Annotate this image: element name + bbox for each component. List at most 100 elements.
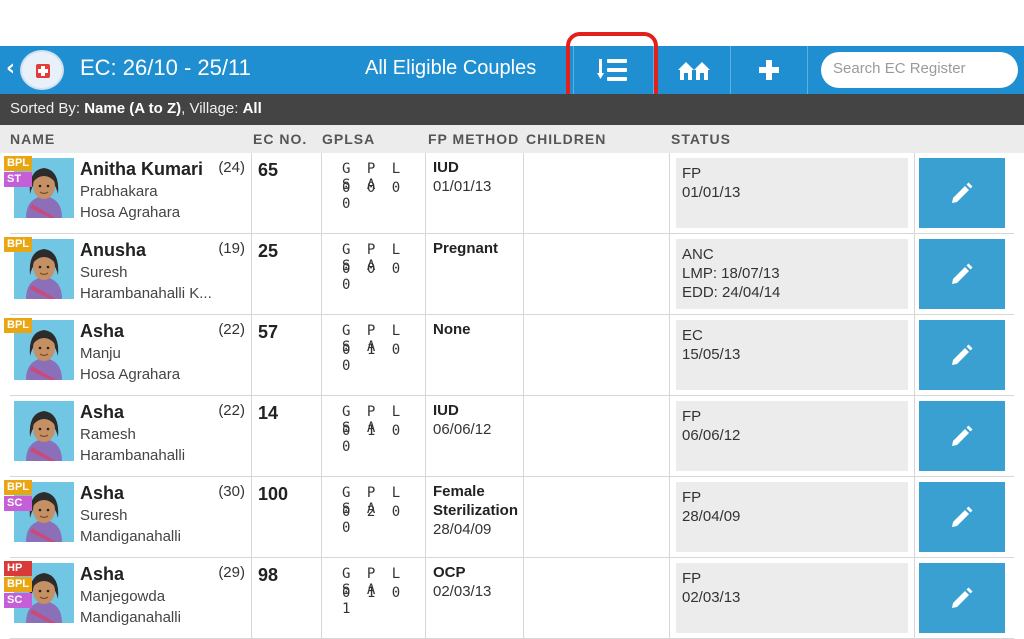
children-cell: [524, 315, 670, 395]
divider: [914, 396, 915, 476]
woman-age: (24): [218, 159, 245, 176]
page-title: EC: 26/10 - 25/11: [80, 55, 251, 80]
status-line: 28/04/09: [682, 508, 741, 525]
app-header: ‹ EC: 26/10 - 25/11 All Eligible Couples…: [0, 46, 1024, 94]
woman-age: (22): [218, 402, 245, 419]
status-line: EC: [682, 327, 703, 344]
husband-name: Manjegowda: [80, 588, 166, 605]
ec-no-cell: 65: [252, 153, 322, 233]
edit-button[interactable]: [919, 320, 1005, 390]
name-cell: HP BPL SC Asha (29) Manjegowda Mandiganahalli: [4, 558, 252, 638]
name-cell: BPL Asha (22) Manju Hosa Agrahara: [4, 315, 252, 395]
table-row[interactable]: Asha (22) Ramesh Harambanahalli 14 G P L S A0…: [10, 396, 1014, 477]
children-cell: [524, 153, 670, 233]
divider: [914, 558, 915, 638]
fp-method-cell: Pregnant: [426, 234, 524, 314]
col-name: NAME: [10, 131, 56, 147]
edit-button[interactable]: [919, 482, 1005, 552]
table-row[interactable]: BPL Asha (22) Manju Hosa Agrahara 57 G P L S A…: [4, 315, 1014, 396]
table-row[interactable]: BPL SC Asha (30) Suresh Mandiganahalli 100 G P …: [4, 477, 1014, 558]
name-cell: BPL SC Asha (30) Suresh Mandiganahalli: [4, 477, 252, 557]
table-row[interactable]: HP BPL SC Asha (29) Manjegowda Mandiganahalli 9…: [4, 558, 1014, 639]
village-name: Hosa Agrahara: [80, 204, 181, 221]
status-line: 02/03/13: [682, 589, 741, 606]
status-badge: BPL: [4, 577, 32, 592]
fp-date: 28/04/09: [433, 521, 492, 538]
status-line: 06/06/12: [682, 427, 741, 444]
status-cell: FP 01/01/13: [670, 153, 914, 233]
village-filter-button[interactable]: [653, 46, 733, 94]
gplsa-cell: G P L S A0 1 0 0: [322, 396, 426, 476]
fp-detail: 06/06/12: [433, 421, 492, 438]
pencil-icon: [952, 587, 973, 608]
ec-list: BPL ST Anitha Kumari (24) Prabhakara Hosa Agr…: [4, 153, 1014, 639]
status-line: 01/01/13: [682, 184, 741, 201]
status-cell: ANC LMP: 18/07/13 EDD: 24/04/14: [670, 234, 914, 314]
edit-button[interactable]: [919, 401, 1005, 471]
status-badge: SC: [4, 496, 32, 511]
edit-button[interactable]: [919, 239, 1005, 309]
gplsa-cell: G P L S A0 0 0 0: [322, 153, 426, 233]
ec-number: 98: [258, 565, 279, 585]
status-line: FP: [682, 489, 702, 506]
woman-name: Asha: [80, 564, 125, 584]
divider: [914, 315, 915, 395]
woman-age: (19): [218, 240, 245, 257]
woman-avatar-icon: [26, 411, 62, 461]
status-badge: SC: [4, 593, 32, 608]
column-header: NAME EC NO. GPLSA FP METHOD CHILDREN STA…: [0, 125, 1024, 153]
village-label: , Village:: [181, 100, 243, 117]
woman-age: (29): [218, 564, 245, 581]
ec-no-cell: 100: [252, 477, 322, 557]
gplsa-values: 0 0 0 0: [342, 180, 405, 212]
status-box: FP 28/04/09: [676, 482, 908, 552]
status-box: ANC LMP: 18/07/13 EDD: 24/04/14: [676, 239, 908, 309]
ec-no-cell: 98: [252, 558, 322, 638]
woman-age: (30): [218, 483, 245, 500]
gplsa-cell: G P L S A0 1 0 0: [322, 315, 426, 395]
ec-no-cell: 25: [252, 234, 322, 314]
woman-name: Asha: [80, 321, 125, 341]
fp-method: Pregnant: [433, 240, 499, 257]
table-row[interactable]: BPL ST Anitha Kumari (24) Prabhakara Hosa Agr…: [4, 153, 1014, 234]
divider: [914, 234, 915, 314]
husband-name: Manju: [80, 345, 121, 362]
children-cell: [524, 477, 670, 557]
status-line: 15/05/13: [682, 346, 741, 363]
fp-method: None: [433, 321, 471, 338]
add-button[interactable]: [730, 46, 808, 94]
back-icon[interactable]: ‹: [6, 56, 15, 81]
children-cell: [524, 396, 670, 476]
status-line: EDD: 24/04/14: [682, 284, 781, 301]
gplsa-values: 0 1 0 1: [342, 585, 405, 617]
plus-icon: [759, 60, 779, 80]
fp-method: IUD: [433, 159, 459, 176]
village-name: Hosa Agrahara: [80, 366, 181, 383]
table-row[interactable]: BPL Anusha (19) Suresh Harambanahalli K... 25…: [4, 234, 1014, 315]
status-badge: BPL: [4, 318, 32, 333]
gplsa-values: 0 2 0 0: [342, 504, 405, 536]
health-logo-icon[interactable]: [20, 50, 64, 90]
village-houses-icon: [677, 62, 710, 80]
col-children: CHILDREN: [526, 131, 607, 147]
sorted-by-label: Sorted By:: [10, 100, 85, 117]
status-box: FP 01/01/13: [676, 158, 908, 228]
fp-method: OCP: [433, 564, 466, 581]
sort-status-bar: Sorted By: Name (A to Z), Village: All: [0, 94, 1024, 125]
pencil-icon: [952, 425, 973, 446]
col-ec-no: EC NO.: [253, 131, 308, 147]
status-badge: BPL: [4, 156, 32, 171]
woman-age: (22): [218, 321, 245, 338]
edit-button[interactable]: [919, 158, 1005, 228]
edit-button[interactable]: [919, 563, 1005, 633]
search-input[interactable]: Search EC Register: [821, 52, 1018, 88]
status-cell: EC 15/05/13: [670, 315, 914, 395]
col-fp-method: FP METHOD: [428, 131, 520, 147]
status-cell: FP 02/03/13: [670, 558, 914, 638]
husband-name: Ramesh: [80, 426, 136, 443]
village-value: All: [242, 100, 262, 117]
fp-detail: Sterilization: [433, 502, 519, 519]
gplsa-values: 0 1 0 0: [342, 423, 405, 455]
status-line: FP: [682, 408, 702, 425]
gplsa-cell: G P L S A0 1 0 1: [322, 558, 426, 638]
